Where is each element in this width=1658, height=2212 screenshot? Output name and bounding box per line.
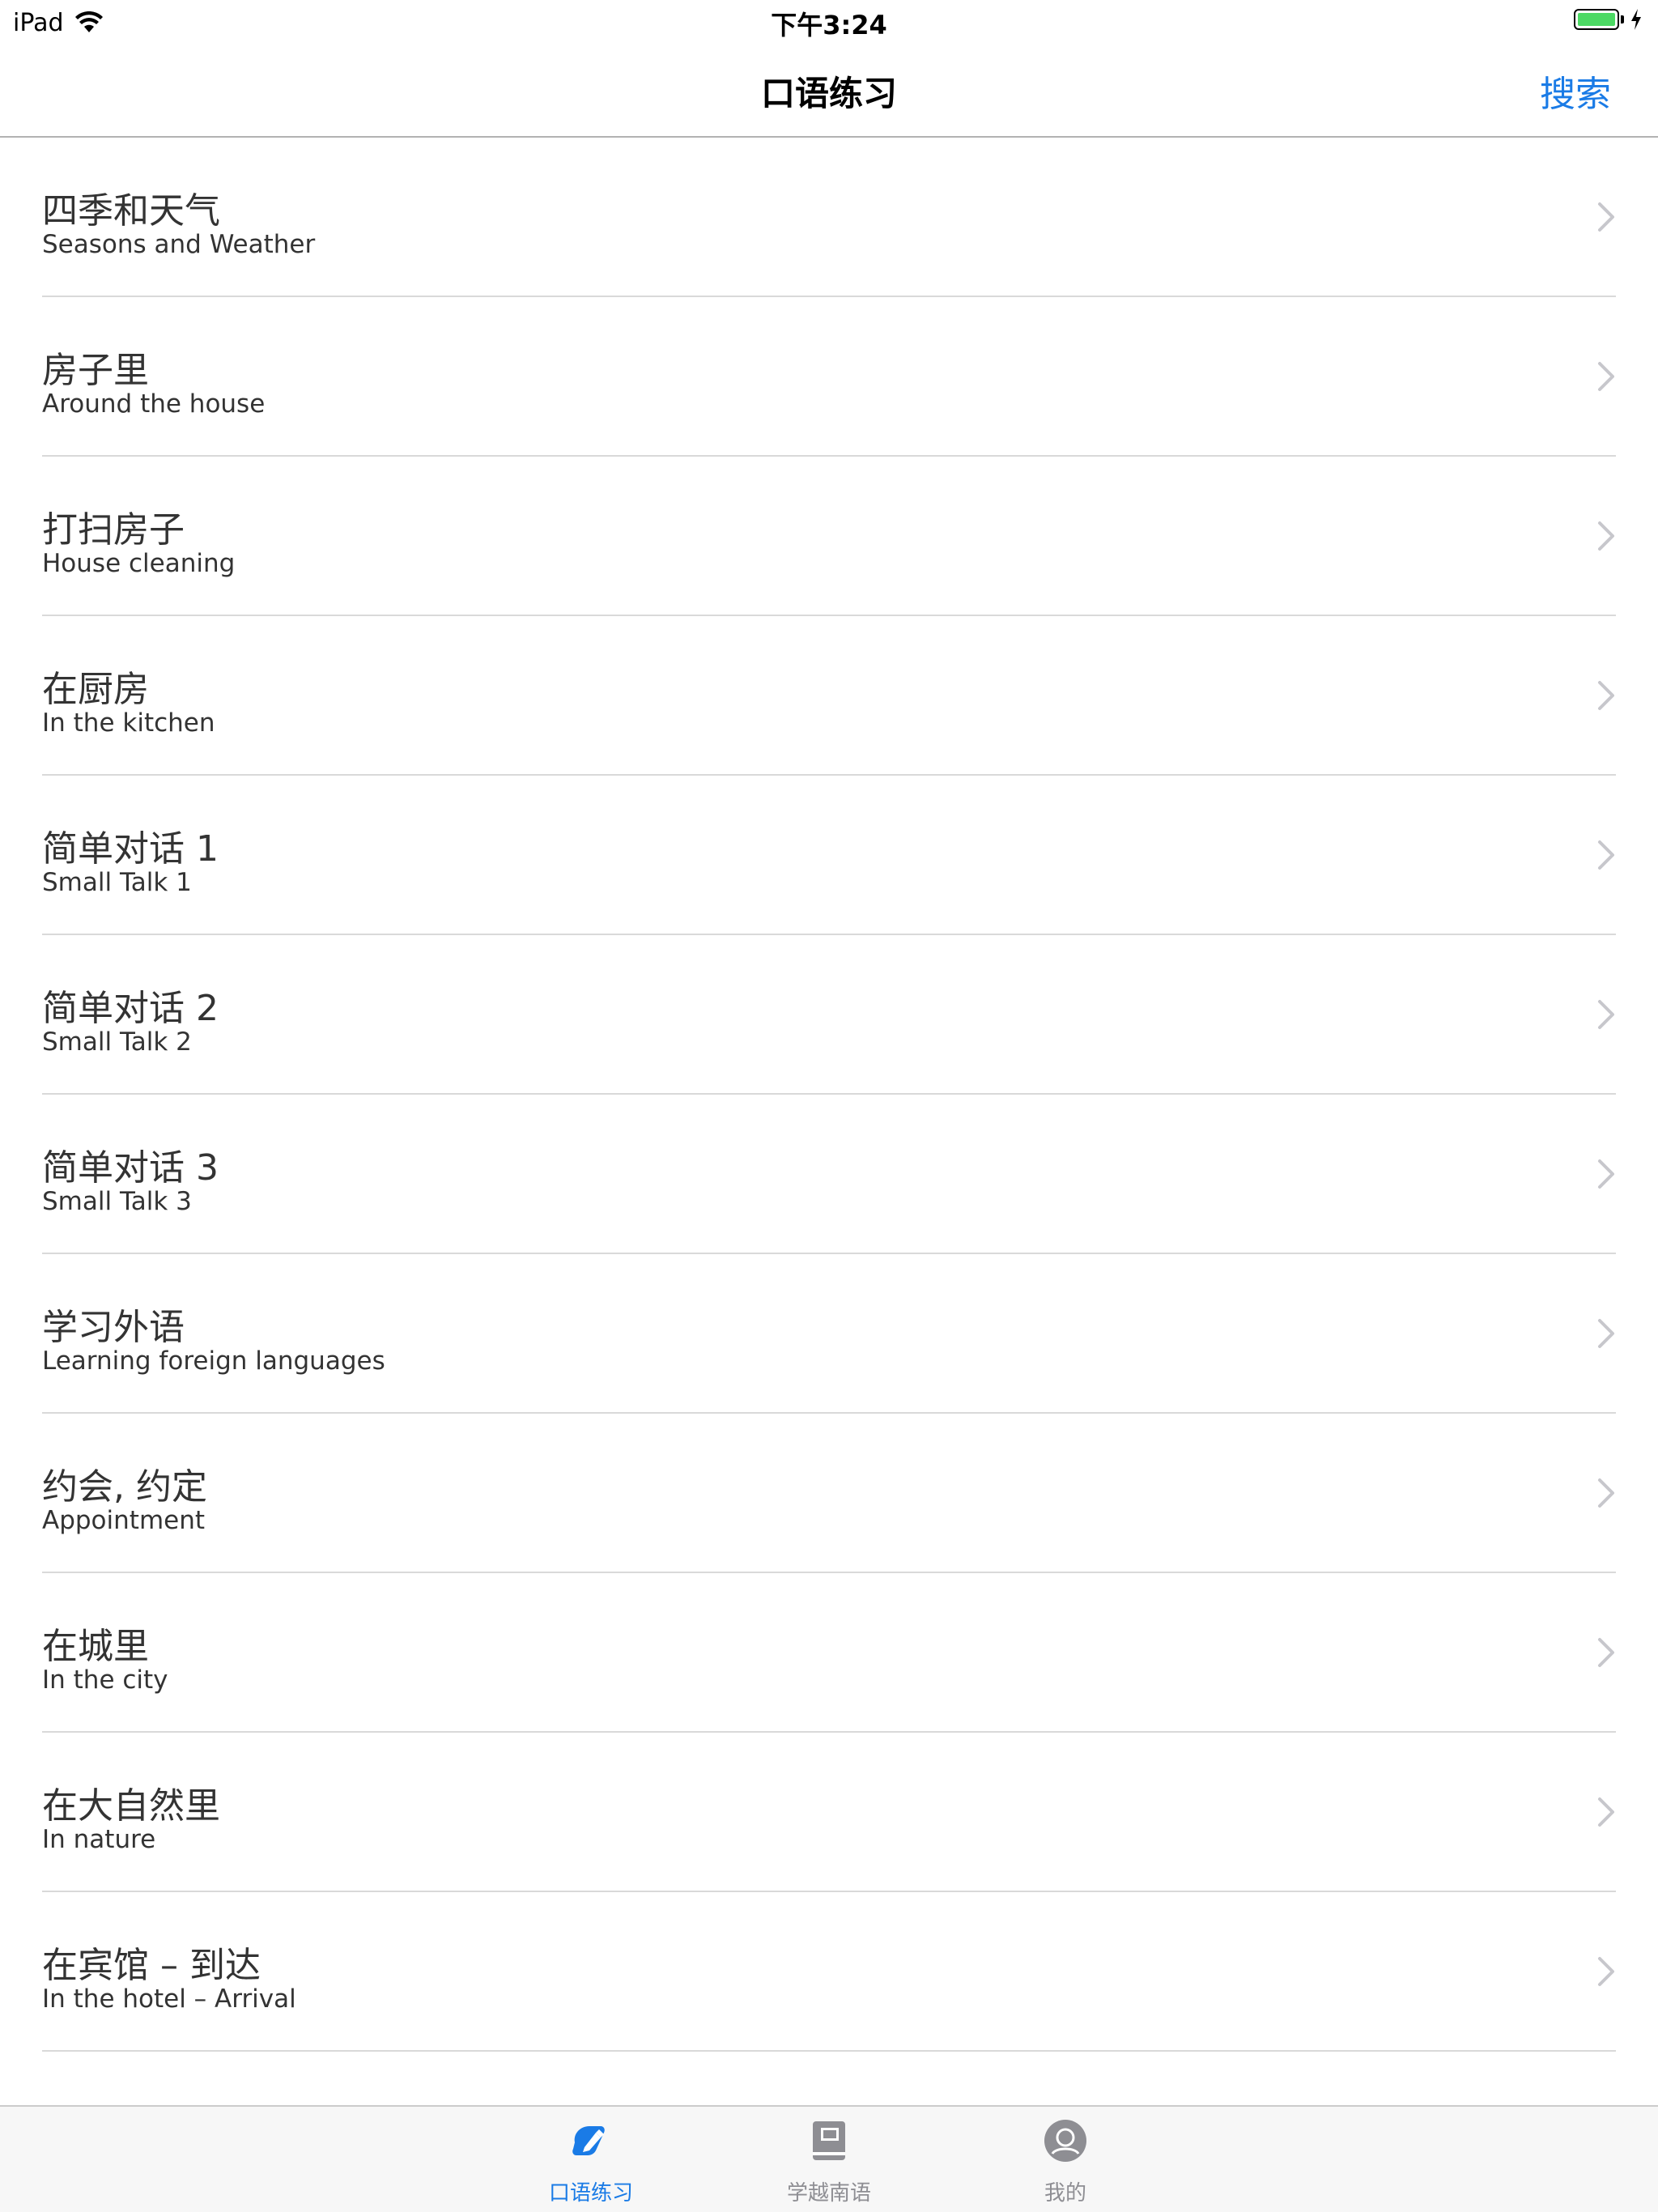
chevron-right-icon (1598, 681, 1614, 710)
status-right (1574, 8, 1643, 31)
search-button[interactable]: 搜索 (1540, 65, 1611, 117)
lesson-title: 简单对话 2 (42, 988, 219, 1029)
lesson-title: 学习外语 (42, 1307, 185, 1348)
page-title: 口语练习 (760, 74, 897, 113)
lesson-title: 打扫房子 (42, 509, 185, 551)
lesson-subtitle: Small Talk 2 (42, 1027, 192, 1057)
lesson-title: 四季和天气 (42, 190, 220, 232)
battery-icon (1574, 9, 1619, 30)
lesson-title: 简单对话 1 (42, 828, 219, 870)
list-item[interactable]: 在城里 In the city (0, 1573, 1658, 1733)
lesson-title: 简单对话 3 (42, 1147, 219, 1189)
lesson-subtitle: In the kitchen (42, 708, 215, 738)
lesson-subtitle: Around the house (42, 389, 266, 419)
list-item[interactable]: 简单对话 2 Small Talk 2 (0, 935, 1658, 1095)
tab-profile[interactable]: 我的 (984, 2107, 1146, 2212)
tab-label: 学越南语 (786, 2181, 871, 2206)
lesson-subtitle: In the hotel – Arrival (42, 1984, 296, 2014)
lesson-title: 约会, 约定 (42, 1466, 207, 1508)
list-item[interactable]: 简单对话 1 Small Talk 1 (0, 776, 1658, 935)
list-item[interactable]: 房子里 Around the house (0, 297, 1658, 457)
lesson-title: 房子里 (42, 350, 149, 391)
chevron-right-icon (1598, 1478, 1614, 1508)
list-item[interactable]: 四季和天气 Seasons and Weather (0, 138, 1658, 297)
battery-nub (1621, 15, 1624, 23)
chevron-right-icon (1598, 521, 1614, 551)
chevron-right-icon (1598, 362, 1614, 391)
tab-label: 口语练习 (548, 2181, 633, 2206)
status-time: 下午3:24 (771, 10, 887, 40)
battery-level (1578, 13, 1615, 26)
lesson-subtitle: Learning foreign languages (42, 1346, 385, 1376)
lesson-title: 在大自然里 (42, 1785, 220, 1827)
lesson-subtitle: Small Talk 1 (42, 868, 192, 897)
lesson-list: 四季和天气 Seasons and Weather 房子里 Around the ho… (0, 138, 1658, 2052)
lesson-subtitle: In the city (42, 1665, 168, 1695)
profile-icon (1044, 2120, 1086, 2162)
chevron-right-icon (1598, 1797, 1614, 1827)
tab-learn-vietnamese[interactable]: 学越南语 (748, 2107, 910, 2212)
tab-label: 我的 (1044, 2181, 1086, 2206)
pencil-icon (572, 2126, 605, 2155)
lesson-title: 在厨房 (42, 669, 149, 710)
navigation-bar: 口语练习 搜索 (0, 45, 1658, 138)
chevron-right-icon (1598, 1000, 1614, 1029)
lesson-subtitle: In nature (42, 1825, 156, 1854)
lesson-subtitle: House cleaning (42, 549, 236, 578)
list-item[interactable]: 学习外语 Learning foreign languages (0, 1254, 1658, 1414)
charging-bolt-icon (1631, 9, 1641, 30)
chevron-right-icon (1598, 840, 1614, 870)
list-item[interactable]: 在大自然里 In nature (0, 1733, 1658, 1892)
list-item[interactable]: 在宾馆 – 到达 In the hotel – Arrival (0, 1892, 1658, 2052)
lesson-title: 在宾馆 – 到达 (42, 1945, 261, 1986)
lesson-title: 在城里 (42, 1626, 149, 1667)
list-item[interactable]: 打扫房子 House cleaning (0, 457, 1658, 616)
tab-bar: 口语练习 学越南语 我的 (0, 2105, 1658, 2212)
list-item[interactable]: 简单对话 3 Small Talk 3 (0, 1095, 1658, 1254)
book-icon (813, 2121, 845, 2160)
list-item[interactable]: 约会, 约定 Appointment (0, 1414, 1658, 1573)
chevron-right-icon (1598, 1957, 1614, 1986)
chevron-right-icon (1598, 1159, 1614, 1189)
chevron-right-icon (1598, 1638, 1614, 1667)
chevron-right-icon (1598, 202, 1614, 232)
lesson-subtitle: Seasons and Weather (42, 230, 316, 259)
status-bar: iPad 下午3:24 (0, 0, 1658, 45)
tab-speaking-practice[interactable]: 口语练习 (510, 2107, 672, 2212)
list-item[interactable]: 在厨房 In the kitchen (0, 616, 1658, 776)
lesson-subtitle: Small Talk 3 (42, 1187, 192, 1216)
lesson-subtitle: Appointment (42, 1506, 206, 1535)
chevron-right-icon (1598, 1319, 1614, 1348)
